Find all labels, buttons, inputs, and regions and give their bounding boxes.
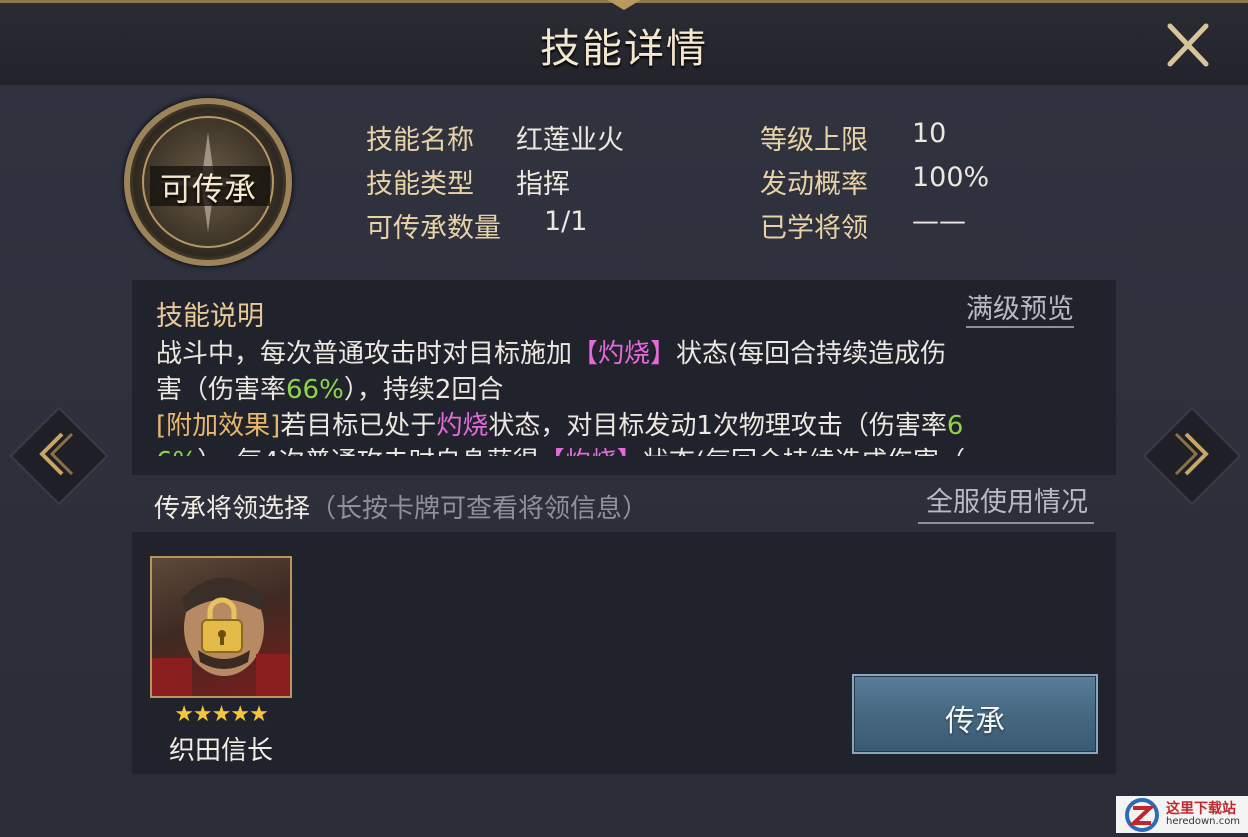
description-line: 6%），每4次普通攻击时自身获得【灼烧】状态(每回合持续造成伤害（ bbox=[156, 444, 1096, 456]
text-segment: ），持续2回合 bbox=[343, 375, 504, 405]
section-hint: （长按卡牌可查看将领信息） bbox=[310, 494, 649, 524]
learned-by-label: 已学将领 bbox=[760, 213, 868, 244]
text-segment: 状态(每回合持续造成伤害（ bbox=[643, 447, 965, 456]
inherit-button-label: 传承 bbox=[945, 704, 1005, 739]
section-title-text: 传承将领选择 bbox=[154, 494, 311, 524]
text-segment: ），每4次普通攻击时自身获得 bbox=[197, 447, 539, 456]
transfer-count-label: 可传承数量 bbox=[366, 213, 501, 244]
inherit-general-selection-title: 传承将领选择（长按卡牌可查看将领信息） bbox=[154, 488, 648, 525]
skill-name-label: 技能名称 bbox=[366, 125, 474, 156]
badge-label: 可传承 bbox=[159, 170, 256, 208]
close-icon bbox=[1167, 23, 1209, 67]
general-card[interactable] bbox=[150, 556, 292, 698]
burn-status-tag: 【灼烧】 bbox=[572, 339, 677, 369]
burn-keyword: 灼烧 bbox=[436, 411, 489, 441]
burn-status-tag: 【灼烧】 bbox=[539, 447, 643, 456]
skill-type-value: 指挥 bbox=[516, 169, 570, 200]
description-line: 战斗中，每次普通攻击时对目标施加【灼烧】状态(每回合持续造成伤 bbox=[156, 336, 1096, 372]
text-segment: 状态(每回合持续造成伤 bbox=[676, 339, 947, 369]
chevron-left-icon bbox=[39, 432, 74, 476]
trigger-rate-value: 100% bbox=[912, 162, 990, 193]
skill-description-text[interactable]: 战斗中，每次普通攻击时对目标施加【灼烧】状态(每回合持续造成伤 害（伤害率66%… bbox=[156, 336, 1096, 456]
damage-rate-value: 6% bbox=[156, 447, 197, 456]
watermark-url: heredown.com bbox=[1166, 816, 1241, 827]
inherit-button[interactable]: 传承 bbox=[852, 674, 1098, 754]
dialog-title: 技能详情 bbox=[540, 26, 708, 72]
level-cap-value: 10 bbox=[912, 118, 947, 149]
text-segment: 状态，对目标发动1次物理攻击（伤害率 bbox=[488, 411, 947, 441]
description-line: [附加效果]若目标已处于灼烧状态，对目标发动1次物理攻击（伤害率6 bbox=[156, 408, 1096, 444]
skill-name-value: 红莲业火 bbox=[516, 125, 624, 156]
text-segment: 害（伤害率 bbox=[156, 375, 287, 405]
star-rating: ★★★★★ bbox=[174, 702, 269, 727]
description-title: 技能说明 bbox=[156, 301, 264, 332]
level-cap-label: 等级上限 bbox=[760, 125, 868, 156]
damage-rate-value: 6 bbox=[946, 411, 964, 441]
lock-icon bbox=[201, 597, 243, 653]
text-segment: 若目标已处于 bbox=[280, 411, 437, 441]
description-line: 害（伤害率66%），持续2回合 bbox=[156, 372, 1096, 408]
bonus-effect-tag: [附加效果] bbox=[156, 411, 281, 441]
general-name: 织田信长 bbox=[168, 736, 273, 766]
site-logo-icon bbox=[1125, 798, 1159, 832]
close-button[interactable] bbox=[1160, 18, 1216, 74]
damage-rate-value: 66% bbox=[286, 375, 344, 405]
skill-type-label: 技能类型 bbox=[366, 169, 474, 200]
chevron-right-icon bbox=[1174, 432, 1209, 476]
text-segment: 战斗中，每次普通攻击时对目标施加 bbox=[156, 339, 573, 369]
header-ornament bbox=[604, 0, 644, 12]
server-usage-link[interactable]: 全服使用情况 bbox=[918, 486, 1094, 524]
transfer-count-value: 1/1 bbox=[544, 206, 588, 237]
trigger-rate-label: 发动概率 bbox=[760, 169, 868, 200]
full-level-preview-link[interactable]: 满级预览 bbox=[966, 294, 1074, 328]
learned-by-value: —— bbox=[912, 206, 966, 237]
watermark-text: 这里下载站 bbox=[1166, 801, 1236, 817]
